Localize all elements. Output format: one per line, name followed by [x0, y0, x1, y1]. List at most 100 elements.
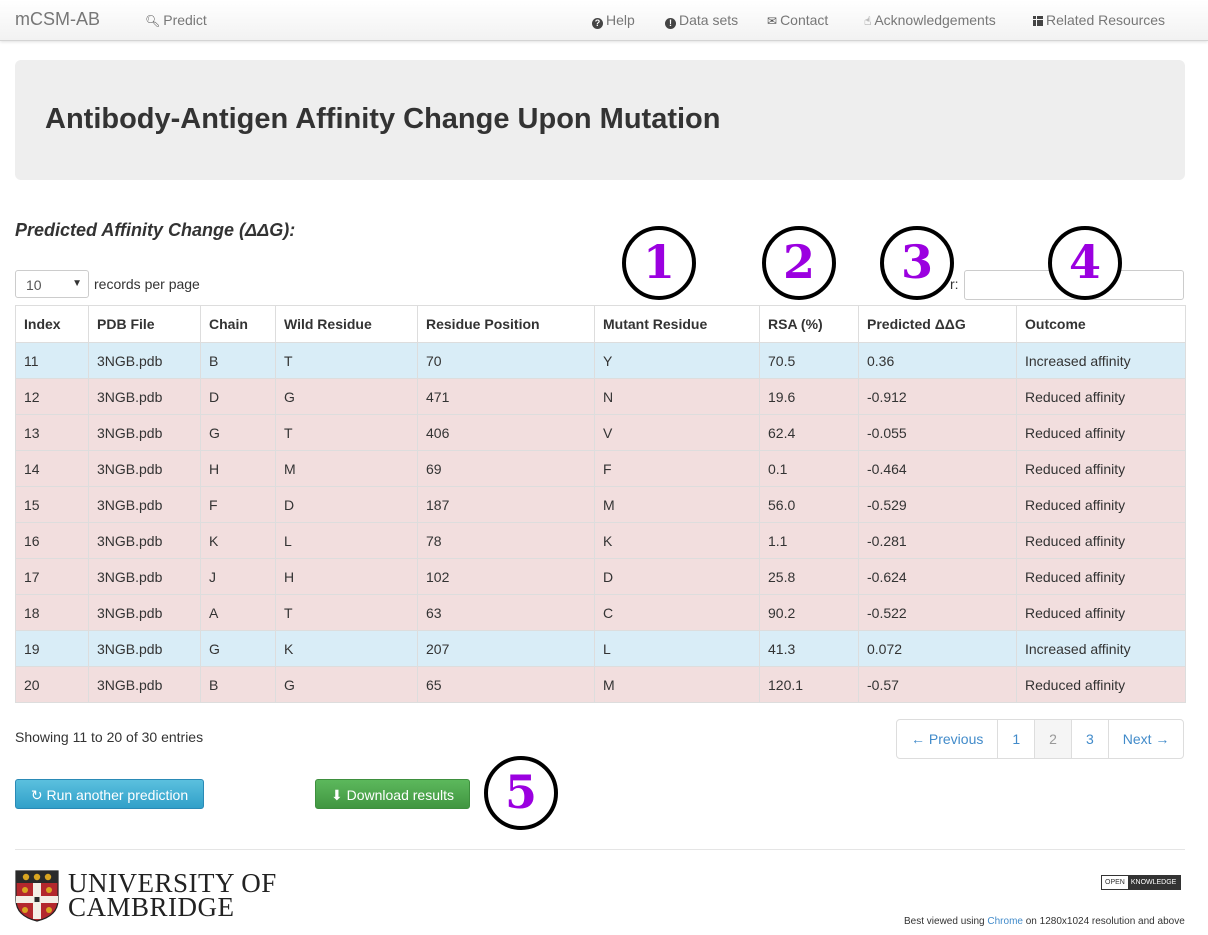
pagination-next[interactable]: Next →: [1107, 719, 1185, 759]
nav-related-resources[interactable]: Related Resources: [1033, 12, 1165, 28]
table-cell: 20: [15, 666, 89, 703]
column-header[interactable]: Predicted ΔΔG: [858, 305, 1017, 343]
best-viewed-suffix: on 1280x1024 resolution and above: [1022, 916, 1185, 927]
page-title: Antibody-Antigen Affinity Change Upon Mu…: [45, 103, 721, 135]
info-circle-icon: !: [665, 18, 676, 29]
table-cell: H: [275, 558, 418, 595]
table-cell: N: [594, 378, 760, 415]
page-length-value: 10: [26, 277, 42, 293]
table-cell: 471: [417, 378, 595, 415]
table-cell: 14: [15, 450, 89, 487]
chrome-link[interactable]: Chrome: [987, 916, 1023, 927]
column-header[interactable]: Wild Residue: [275, 305, 418, 343]
table-cell: 3NGB.pdb: [88, 378, 201, 415]
table-cell: Y: [594, 342, 760, 379]
table-cell: 25.8: [759, 558, 859, 595]
table-cell: H: [200, 450, 276, 487]
browser-recommendation: Best viewed using Chrome on 1280x1024 re…: [904, 916, 1185, 927]
table-cell: 70: [417, 342, 595, 379]
annotation-badge-3: 3: [880, 226, 954, 300]
nav-contact[interactable]: ✉︎ Contact: [767, 12, 828, 28]
nav-related-label: Related Resources: [1046, 12, 1166, 28]
open-knowledge-badge[interactable]: OPEN KNOWLEDGE: [1101, 875, 1181, 890]
table-cell: 78: [417, 522, 595, 559]
annotation-badge-5: 5: [484, 756, 558, 830]
column-header[interactable]: Outcome: [1016, 305, 1186, 343]
nav-acknowledgements[interactable]: ☝︎ Acknowledgements: [864, 12, 996, 28]
pagination-page-1[interactable]: 1: [997, 719, 1036, 759]
table-cell: M: [275, 450, 418, 487]
open-knowledge-right: KNOWLEDGE: [1127, 876, 1180, 889]
caret-down-icon: ▼: [72, 278, 82, 289]
table-cell: D: [200, 378, 276, 415]
table-cell: T: [275, 342, 418, 379]
table-cell: -0.464: [858, 450, 1017, 487]
table-row: 12 3NGB.pdb D G 471 N 19.6 -0.912 Reduced affini…: [15, 378, 1186, 415]
table-cell: M: [594, 486, 760, 523]
column-header[interactable]: Mutant Residue: [594, 305, 760, 343]
table-cell: 16: [15, 522, 89, 559]
nav-datasets-label: Data sets: [679, 12, 739, 28]
download-results-button[interactable]: ⬇︎ Download results: [315, 779, 470, 809]
table-cell: Reduced affinity: [1016, 486, 1186, 523]
table-cell: 120.1: [759, 666, 859, 703]
table-cell: 65: [417, 666, 595, 703]
table-row: 15 3NGB.pdb F D 187 M 56.0 -0.529 Reduced affini…: [15, 486, 1186, 523]
page-length-select[interactable]: 10 ▼: [15, 270, 89, 298]
table-cell: -0.529: [858, 486, 1017, 523]
nav-predict-label: Predict: [163, 12, 207, 28]
table-cell: 69: [417, 450, 595, 487]
pagination-page-3[interactable]: 3: [1070, 719, 1109, 759]
nav-datasets[interactable]: ! Data sets: [665, 12, 738, 29]
table-cell: -0.912: [858, 378, 1017, 415]
column-header[interactable]: RSA (%): [759, 305, 859, 343]
table-row: 19 3NGB.pdb G K 207 L 41.3 0.072 Increased affin…: [15, 630, 1186, 667]
table-cell: D: [594, 558, 760, 595]
table-cell: A: [200, 594, 276, 631]
table-cell: Reduced affinity: [1016, 594, 1186, 631]
table-cell: B: [200, 666, 276, 703]
table-cell: G: [275, 666, 418, 703]
nav-predict[interactable]: 🔍︎ Predict: [145, 12, 207, 28]
table-cell: 41.3: [759, 630, 859, 667]
table-cell: Reduced affinity: [1016, 450, 1186, 487]
table-cell: 19.6: [759, 378, 859, 415]
table-cell: F: [200, 486, 276, 523]
table-cell: -0.055: [858, 414, 1017, 451]
table-cell: 11: [15, 342, 89, 379]
run-another-label: Run another prediction: [46, 787, 189, 803]
navbar: mCSM-AB 🔍︎ Predict ? Help ! Data sets ✉︎ Con…: [0, 0, 1208, 41]
column-header[interactable]: Residue Position: [417, 305, 595, 343]
table-cell: 0.36: [858, 342, 1017, 379]
table-row: 11 3NGB.pdb B T 70 Y 70.5 0.36 Increased affinit…: [15, 342, 1186, 379]
results-table: Index PDB File Chain Wild Residue Residu…: [15, 305, 1186, 703]
thumbs-up-icon: ☝︎: [864, 14, 872, 28]
nav-help[interactable]: ? Help: [592, 12, 635, 29]
table-row: 13 3NGB.pdb G T 406 V 62.4 -0.055 Reduced affini…: [15, 414, 1186, 451]
brand-logo[interactable]: mCSM-AB: [15, 9, 100, 30]
table-cell: -0.57: [858, 666, 1017, 703]
pagination: ← Previous 1 2 3 Next →: [896, 719, 1185, 759]
table-cell: Reduced affinity: [1016, 378, 1186, 415]
table-cell: 3NGB.pdb: [88, 594, 201, 631]
table-cell: -0.522: [858, 594, 1017, 631]
university-logo[interactable]: UNIVERSITY OF CAMBRIDGE: [15, 868, 276, 924]
table-cell: 0.1: [759, 450, 859, 487]
pagination-previous[interactable]: ← Previous: [896, 719, 999, 759]
column-header[interactable]: PDB File: [88, 305, 201, 343]
table-cell: 12: [15, 378, 89, 415]
table-cell: -0.281: [858, 522, 1017, 559]
envelope-icon: ✉︎: [767, 14, 778, 28]
table-cell: T: [275, 594, 418, 631]
table-cell: -0.624: [858, 558, 1017, 595]
table-cell: 207: [417, 630, 595, 667]
column-header[interactable]: Index: [15, 305, 89, 343]
column-header[interactable]: Chain: [200, 305, 276, 343]
table-cell: 3NGB.pdb: [88, 450, 201, 487]
pagination-page-2[interactable]: 2: [1034, 719, 1072, 759]
table-cell: 187: [417, 486, 595, 523]
nav-acknowledgements-label: Acknowledgements: [874, 12, 996, 28]
run-another-prediction-button[interactable]: ↻ Run another prediction: [15, 779, 204, 809]
table-cell: V: [594, 414, 760, 451]
university-name-line2: CAMBRIDGE: [68, 892, 235, 922]
